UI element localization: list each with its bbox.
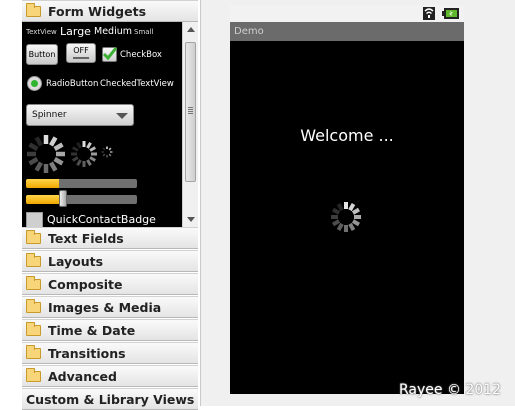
contact-badge-icon [26, 212, 43, 227]
category-layouts[interactable]: Layouts [22, 250, 198, 272]
folder-icon [26, 2, 41, 17]
seekbar-fill [26, 195, 60, 204]
toggle-label: OFF [73, 46, 89, 55]
toggle-indicator [73, 57, 89, 59]
progress-spinner-medium-icon[interactable] [70, 140, 98, 168]
category-label: Composite [48, 276, 123, 292]
large-text-widget[interactable]: Large [60, 25, 91, 38]
category-label: Images & Media [48, 299, 162, 315]
category-label: Advanced [48, 368, 117, 384]
folder-icon [26, 298, 41, 313]
progress-spinner-small-icon[interactable] [101, 146, 113, 158]
category-images-media[interactable]: Images & Media [22, 296, 198, 318]
device-preview: Demo Welcome ... [230, 5, 464, 394]
radiobutton-label: RadioButton [46, 79, 99, 89]
button-widget[interactable]: Button [26, 44, 58, 65]
grip-icon [188, 107, 193, 108]
quickcontactbadge-widget[interactable]: QuickContactBadge [47, 213, 156, 226]
category-transitions[interactable]: Transitions [22, 342, 198, 364]
checkbox-widget[interactable] [102, 47, 117, 62]
category-form-widgets[interactable]: Form Widgets [22, 0, 198, 22]
category-custom-library-views[interactable]: Custom & Library Views [22, 388, 198, 410]
category-time-date[interactable]: Time & Date [22, 319, 198, 341]
watermark: Rayee © 2012 [399, 382, 502, 398]
scroll-thumb[interactable] [185, 42, 196, 182]
toggle-button-widget[interactable]: OFF [66, 43, 96, 63]
category-label: Text Fields [48, 230, 124, 246]
textview-widget[interactable]: TextView [26, 28, 57, 36]
welcome-text: Welcome ... [300, 126, 394, 145]
category-label: Transitions [48, 345, 126, 361]
checkmark-icon [102, 47, 117, 61]
battery-icon [442, 8, 459, 19]
seekbar-widget[interactable] [26, 195, 137, 204]
signal-icon [423, 7, 435, 20]
scroll-up-arrow-icon[interactable] [187, 27, 195, 32]
folder-icon [26, 229, 41, 244]
progress-bar-horizontal[interactable] [26, 179, 137, 188]
progress-spinner-large-icon[interactable] [25, 133, 67, 175]
status-bar [230, 5, 464, 22]
category-label: Form Widgets [48, 3, 147, 19]
category-advanced[interactable]: Advanced [22, 365, 198, 387]
loading-spinner-icon [331, 202, 361, 232]
form-widgets-panel: TextView Large Medium Small Button OFF C… [22, 22, 198, 227]
seekbar-thumb[interactable] [58, 190, 67, 207]
widget-palette: Form Widgets TextView Large Medium Small… [22, 0, 198, 410]
small-text-widget[interactable]: Small [134, 28, 153, 36]
checkbox-label: CheckBox [120, 50, 162, 60]
category-label: Time & Date [48, 322, 136, 338]
progress-bar-fill [26, 179, 60, 188]
category-composite[interactable]: Composite [22, 273, 198, 295]
category-label: Layouts [48, 253, 104, 269]
dropdown-arrow-icon [116, 113, 128, 119]
checkedtextview-widget[interactable]: CheckedTextView [100, 79, 174, 89]
radio-dot-icon [31, 80, 38, 87]
medium-text-widget[interactable]: Medium [94, 26, 132, 37]
folder-icon [26, 367, 41, 382]
app-title-bar: Demo [230, 22, 464, 41]
spinner-widget[interactable]: Spinner [26, 104, 134, 126]
spinner-label: Spinner [32, 110, 67, 120]
radiobutton-widget[interactable] [27, 76, 42, 91]
palette-scrollbar[interactable] [182, 22, 198, 227]
folder-icon [26, 321, 41, 336]
folder-icon [26, 344, 41, 359]
category-text-fields[interactable]: Text Fields [22, 227, 198, 249]
folder-icon [26, 252, 41, 267]
category-label: Custom & Library Views [26, 391, 195, 407]
folder-icon [26, 275, 41, 290]
scroll-down-arrow-icon[interactable] [187, 217, 195, 222]
